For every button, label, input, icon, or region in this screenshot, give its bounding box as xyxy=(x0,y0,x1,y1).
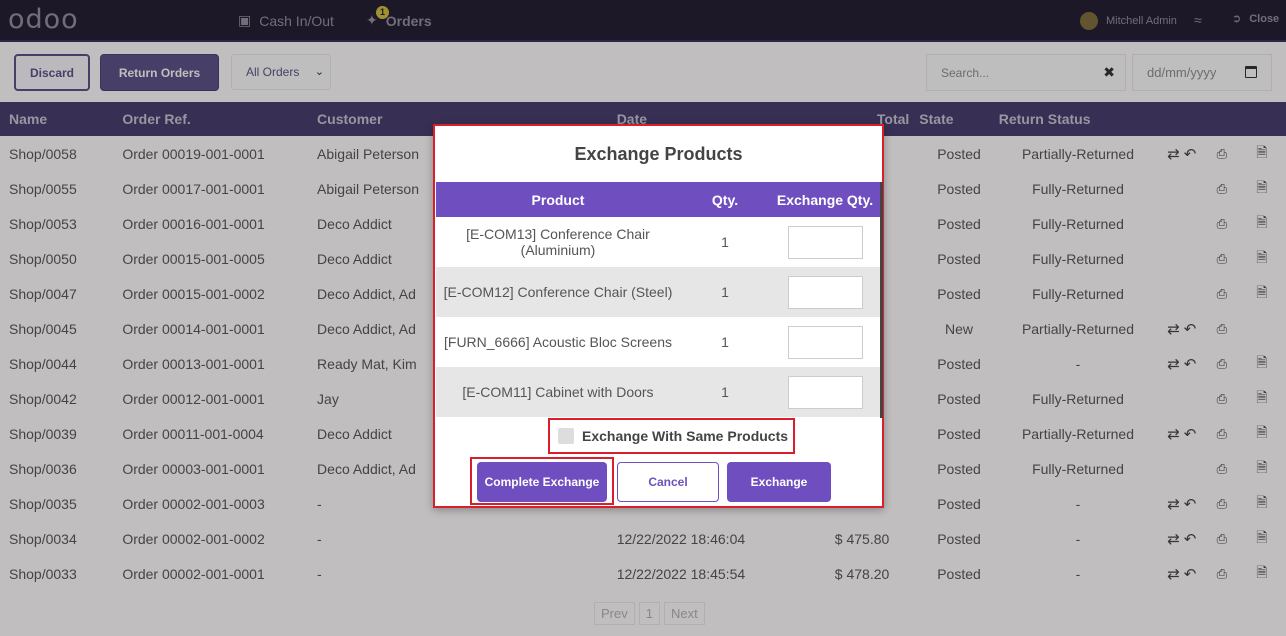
product-qty: 1 xyxy=(680,267,770,317)
product-name: [E-COM13] Conference Chair (Aluminium) xyxy=(466,226,650,258)
product-name: [FURN_6666] Acoustic Bloc Screens xyxy=(444,334,672,350)
exchange-same-products-label: Exchange With Same Products xyxy=(582,428,789,444)
dialog-title: Exchange Products xyxy=(574,144,743,164)
product-qty: 1 xyxy=(721,334,729,350)
complete-exchange-button[interactable]: Complete Exchange xyxy=(477,462,607,502)
exchange-qty-input[interactable] xyxy=(787,225,863,259)
product-name: [E-COM12] Conference Chair (Steel) xyxy=(436,267,680,317)
col-header-exchange-qty: Exchange Qty. xyxy=(770,182,880,217)
exchange-row: [E-COM11] Cabinet with Doors 1 xyxy=(436,367,880,417)
cancel-button[interactable]: Cancel xyxy=(617,462,719,502)
exchange-qty-input[interactable] xyxy=(787,375,863,409)
product-qty: 1 xyxy=(721,234,729,250)
exchange-table-scrollbar[interactable] xyxy=(880,182,883,418)
exchange-button[interactable]: Exchange xyxy=(727,462,831,502)
exchange-row: [E-COM13] Conference Chair (Aluminium) 1 xyxy=(436,217,880,267)
exchange-row: [FURN_6666] Acoustic Bloc Screens 1 xyxy=(436,317,880,367)
col-header-qty: Qty. xyxy=(680,182,770,217)
exchange-row: [E-COM12] Conference Chair (Steel) 1 xyxy=(436,267,880,317)
col-header-product: Product xyxy=(436,182,680,217)
exchange-table: Product Qty. Exchange Qty. [E-COM13] Con… xyxy=(436,182,880,417)
product-name: [E-COM11] Cabinet with Doors xyxy=(436,367,680,417)
exchange-header-row: Product Qty. Exchange Qty. xyxy=(436,182,880,217)
exchange-same-products-checkbox[interactable] xyxy=(558,428,574,444)
product-qty: 1 xyxy=(680,367,770,417)
exchange-products-dialog: Exchange Products Product Qty. Exchange … xyxy=(433,124,884,508)
exchange-qty-input[interactable] xyxy=(787,325,863,359)
exchange-same-products-option[interactable]: Exchange With Same Products xyxy=(548,418,795,454)
exchange-qty-input[interactable] xyxy=(787,275,863,309)
